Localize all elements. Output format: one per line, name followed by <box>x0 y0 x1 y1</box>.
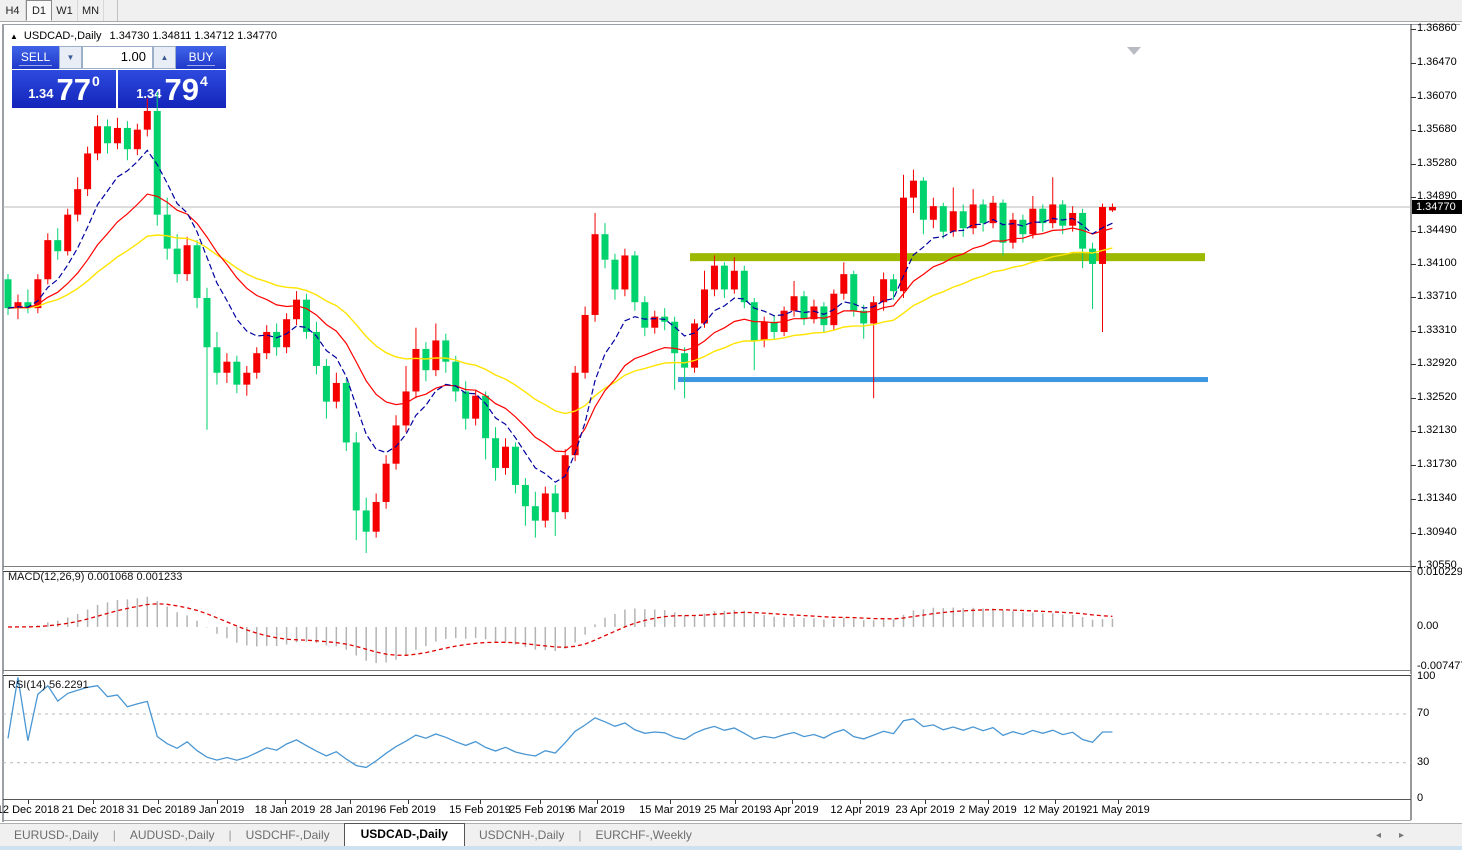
price-axis-label: 1.33310 <box>1417 324 1457 336</box>
chart-tab-bar: EURUSD-,Daily|AUDUSD-,Daily|USDCHF-,Dail… <box>0 823 1462 846</box>
price-axis-tick <box>1411 63 1416 64</box>
date-axis-tick <box>28 800 29 804</box>
price-axis-label: 1.34490 <box>1417 224 1457 236</box>
date-axis-tick <box>1118 800 1119 804</box>
date-axis-label: 18 Jan 2019 <box>255 804 316 816</box>
price-axis-label: 1.32920 <box>1417 357 1457 369</box>
date-axis-tick <box>925 800 926 804</box>
price-axis-label: 1.34890 <box>1417 190 1457 202</box>
date-axis-tick <box>285 800 286 804</box>
date-axis-label: 28 Jan 2019 <box>320 804 381 816</box>
date-axis-label: 25 Feb 2019 <box>509 804 571 816</box>
date-axis-label: 21 May 2019 <box>1086 804 1150 816</box>
price-axis-label: 1.35680 <box>1417 123 1457 135</box>
price-chart[interactable] <box>0 0 1462 850</box>
price-axis-tick <box>1411 499 1416 500</box>
price-axis-tick <box>1411 231 1416 232</box>
price-axis-tick <box>1411 297 1416 298</box>
price-axis-tick <box>1411 465 1416 466</box>
price-axis-label: 1.33710 <box>1417 290 1457 302</box>
macd-axis-label: 0.00 <box>1417 620 1438 632</box>
date-axis-label: 23 Apr 2019 <box>895 804 954 816</box>
date-axis-tick <box>158 800 159 804</box>
price-axis-label: 1.31730 <box>1417 458 1457 470</box>
date-axis-tick <box>540 800 541 804</box>
date-axis-label: 9 Jan 2019 <box>190 804 244 816</box>
date-axis-label: 15 Mar 2019 <box>639 804 701 816</box>
date-axis-tick <box>480 800 481 804</box>
date-axis-label: 6 Mar 2019 <box>569 804 625 816</box>
date-axis-label: 2 May 2019 <box>959 804 1016 816</box>
date-axis-tick <box>217 800 218 804</box>
window-bottom-edge <box>0 846 1462 850</box>
date-axis-label: 12 Apr 2019 <box>830 804 889 816</box>
price-axis-tick <box>1411 566 1416 567</box>
rsi-label: RSI(14) 56.2291 <box>8 679 89 691</box>
price-axis-tick <box>1411 398 1416 399</box>
date-axis-label: 12 Dec 2018 <box>0 804 59 816</box>
date-axis-tick <box>597 800 598 804</box>
current-price-badge: 1.34770 <box>1412 200 1462 214</box>
date-axis-label: 25 Mar 2019 <box>704 804 766 816</box>
price-axis-label: 1.36860 <box>1417 22 1457 34</box>
tab-usdchf-daily[interactable]: USDCHF-,Daily <box>232 825 344 846</box>
price-axis-label: 1.35280 <box>1417 157 1457 169</box>
rsi-axis-label: 70 <box>1417 707 1429 719</box>
price-axis-tick <box>1411 164 1416 165</box>
price-axis-tick <box>1411 431 1416 432</box>
date-axis-tick <box>735 800 736 804</box>
date-axis-tick <box>670 800 671 804</box>
price-axis-label: 1.34100 <box>1417 257 1457 269</box>
price-axis-tick <box>1411 130 1416 131</box>
date-axis-tick <box>93 800 94 804</box>
price-axis-label: 1.32520 <box>1417 391 1457 403</box>
rsi-axis-label: 100 <box>1417 670 1435 682</box>
date-axis-tick <box>408 800 409 804</box>
tab-eurchf-weekly[interactable]: EURCHF-,Weekly <box>581 825 705 846</box>
date-axis-label: 6 Feb 2019 <box>380 804 436 816</box>
tab-eurusd-daily[interactable]: EURUSD-,Daily <box>0 825 113 846</box>
rsi-axis-label: 30 <box>1417 756 1429 768</box>
date-axis-label: 31 Dec 2018 <box>127 804 189 816</box>
rsi-value: 56.2291 <box>49 679 89 691</box>
price-axis-label: 1.32130 <box>1417 424 1457 436</box>
macd-signal-value: 0.001233 <box>136 571 182 583</box>
tab-usdcad-daily[interactable]: USDCAD-,Daily <box>344 823 465 846</box>
date-axis-label: 12 May 2019 <box>1023 804 1087 816</box>
price-axis-label: 1.30940 <box>1417 526 1457 538</box>
date-axis-tick <box>988 800 989 804</box>
rsi-axis-label: 0 <box>1417 792 1423 804</box>
price-axis-tick <box>1411 331 1416 332</box>
macd-label: MACD(12,26,9) 0.001068 0.001233 <box>8 571 182 583</box>
tab-usdcnh-daily[interactable]: USDCNH-,Daily <box>465 825 578 846</box>
price-axis-tick <box>1411 97 1416 98</box>
price-axis-label: 1.36470 <box>1417 56 1457 68</box>
date-axis-label: 21 Dec 2018 <box>62 804 124 816</box>
price-axis-tick <box>1411 197 1416 198</box>
macd-main-value: 0.001068 <box>87 571 133 583</box>
tab-scroll-arrows[interactable]: ◂▸ <box>1376 830 1422 846</box>
date-axis-tick <box>1055 800 1056 804</box>
macd-axis-label: 0.010229 <box>1417 566 1462 578</box>
price-axis-tick <box>1411 264 1416 265</box>
tab-audusd-daily[interactable]: AUDUSD-,Daily <box>116 825 229 846</box>
price-axis-tick <box>1411 29 1416 30</box>
price-axis-label: 1.31340 <box>1417 492 1457 504</box>
date-axis-tick <box>792 800 793 804</box>
date-axis-tick <box>350 800 351 804</box>
date-axis-tick <box>860 800 861 804</box>
date-axis-label: 15 Feb 2019 <box>449 804 511 816</box>
date-axis-label: 3 Apr 2019 <box>765 804 818 816</box>
price-axis-tick <box>1411 533 1416 534</box>
price-axis-tick <box>1411 364 1416 365</box>
price-axis-label: 1.36070 <box>1417 90 1457 102</box>
